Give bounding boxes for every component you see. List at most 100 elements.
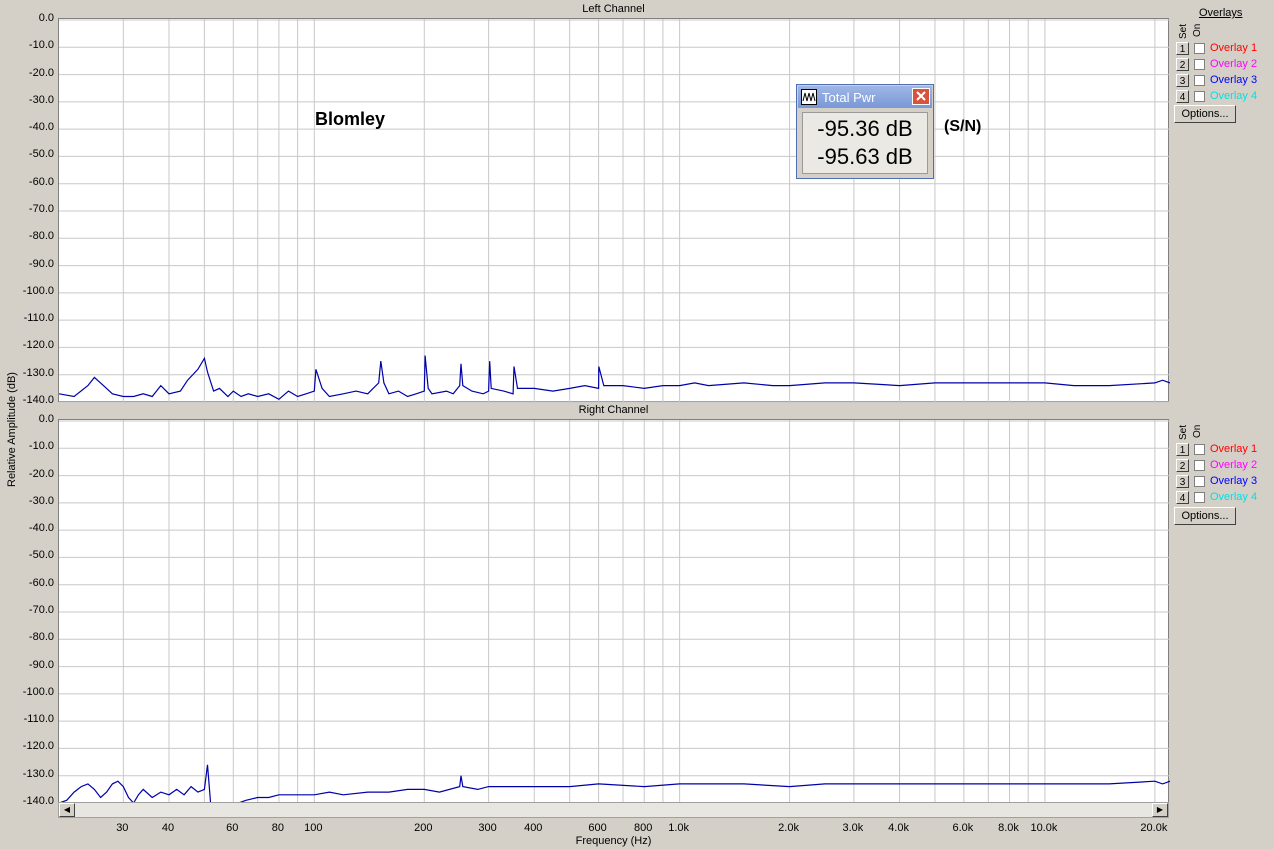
y-tick-label: -70.0 <box>28 203 54 215</box>
overlay-set-button-1[interactable]: 1 <box>1176 42 1189 55</box>
spectrum-line <box>59 355 1170 401</box>
y-tick-label: -120.0 <box>22 339 54 352</box>
x-tick-label: 600 <box>588 822 607 834</box>
y-tick-label: -110.0 <box>23 312 54 325</box>
y-tick-label: -10.0 <box>28 39 54 52</box>
total-pwr-titlebar[interactable]: Total Pwr <box>798 86 932 108</box>
overlay-label-1: Overlay 1 <box>1210 42 1258 54</box>
overlay-set-button-4[interactable]: 4 <box>1176 491 1189 504</box>
overlay-set-button-3[interactable]: 3 <box>1176 74 1189 87</box>
close-icon <box>916 91 926 101</box>
overlay-checkbox-1[interactable] <box>1194 444 1205 455</box>
overlay-checkbox-4[interactable] <box>1194 91 1205 102</box>
total-pwr-title: Total Pwr <box>822 90 876 105</box>
y-tick-label: -110.0 <box>23 713 54 726</box>
overlay-checkbox-2[interactable] <box>1194 59 1205 70</box>
overlay-label-3: Overlay 3 <box>1210 74 1258 86</box>
overlay-checkbox-3[interactable] <box>1194 75 1205 86</box>
y-tick-label: -70.0 <box>28 604 54 616</box>
y-tick-label: -50.0 <box>28 549 54 562</box>
overlay-set-button-2[interactable]: 2 <box>1176 459 1189 472</box>
y-tick-label: -80.0 <box>28 230 54 243</box>
y-tick-label: -100.0 <box>22 685 54 698</box>
overlay-label-4: Overlay 4 <box>1210 491 1258 503</box>
x-tick-label: 4.0k <box>888 822 909 834</box>
y-tick-label: -120.0 <box>22 740 54 753</box>
arrow-right-icon: ▶ <box>1156 805 1164 814</box>
x-tick-label: 300 <box>478 822 497 834</box>
horizontal-scrollbar[interactable]: ◀ ▶ <box>58 802 1169 818</box>
x-tick-label: 10.0k <box>1030 822 1058 834</box>
y-tick-label: -90.0 <box>28 257 54 270</box>
total-pwr-window[interactable]: Total Pwr -95.36 dB -95.63 dB <box>796 84 934 179</box>
sn-annotation: (S/N) <box>944 118 982 135</box>
total-pwr-value-left: -95.36 dB <box>817 116 913 141</box>
overlay-checkbox-4[interactable] <box>1194 492 1205 503</box>
waveform-icon <box>801 89 817 105</box>
y-tick-label: -140.0 <box>22 795 54 807</box>
x-tick-label: 8.0k <box>998 822 1019 834</box>
set-column-label: Set <box>1178 424 1189 440</box>
close-button[interactable] <box>912 88 930 105</box>
overlay-checkbox-3[interactable] <box>1194 476 1205 487</box>
y-tick-label: -20.0 <box>28 66 54 79</box>
y-tick-label: -60.0 <box>28 576 54 589</box>
overlay-label-1: Overlay 1 <box>1210 443 1258 455</box>
spectrum-line <box>59 764 1170 804</box>
y-tick-label: -130.0 <box>22 767 54 780</box>
y-tick-label: 0.0 <box>38 12 54 24</box>
overlay-label-2: Overlay 2 <box>1210 459 1258 471</box>
right-channel-chart <box>59 420 1170 804</box>
x-axis-label: Frequency (Hz) <box>575 835 652 847</box>
x-tick-label: 40 <box>161 822 175 834</box>
x-tick-label: 100 <box>304 822 323 834</box>
on-column-label: On <box>1192 23 1203 37</box>
x-tick-label: 80 <box>271 822 285 834</box>
y-axis-label: Relative Amplitude (dB) <box>6 372 18 487</box>
on-column-label: On <box>1192 424 1203 438</box>
options-button[interactable]: Options... <box>1174 105 1236 123</box>
overlays-header[interactable]: Overlays <box>1199 7 1242 19</box>
y-tick-label: -90.0 <box>28 658 54 671</box>
y-tick-label: -30.0 <box>28 93 54 106</box>
total-pwr-value-right: -95.63 dB <box>817 144 913 169</box>
y-tick-label: -50.0 <box>28 148 54 161</box>
x-tick-label: 60 <box>226 822 239 834</box>
overlay-set-button-3[interactable]: 3 <box>1176 475 1189 488</box>
right-channel-plot <box>58 419 1170 804</box>
y-tick-label: -60.0 <box>28 175 54 188</box>
options-button[interactable]: Options... <box>1174 507 1236 525</box>
x-tick-label: 2.0k <box>778 822 799 834</box>
scroll-left-button[interactable]: ◀ <box>59 803 75 817</box>
y-tick-label: -100.0 <box>22 284 54 297</box>
x-tick-label: 6.0k <box>952 822 974 834</box>
right-channel-title: Right Channel <box>578 404 649 416</box>
overlay-checkbox-2[interactable] <box>1194 460 1205 471</box>
overlay-set-button-2[interactable]: 2 <box>1176 58 1189 71</box>
left-channel-title: Left Channel <box>582 3 645 15</box>
x-tick-label: 30 <box>116 822 129 834</box>
left-channel-chart <box>59 19 1170 403</box>
x-tick-label: 1.0k <box>668 822 690 834</box>
set-column-label: Set <box>1178 23 1189 39</box>
overlay-set-button-4[interactable]: 4 <box>1176 90 1189 103</box>
x-tick-label: 3.0k <box>842 822 864 834</box>
arrow-left-icon: ◀ <box>63 805 71 814</box>
y-tick-label: -30.0 <box>28 494 54 507</box>
x-tick-label: 200 <box>414 822 433 834</box>
y-tick-label: -40.0 <box>28 522 54 535</box>
y-tick-label: -80.0 <box>28 631 54 644</box>
overlay-checkbox-1[interactable] <box>1194 43 1205 54</box>
overlay-set-button-1[interactable]: 1 <box>1176 443 1189 456</box>
x-tick-label: 800 <box>634 822 653 834</box>
plot-annotation-label: Blomley <box>315 109 386 129</box>
x-tick-label: 20.0k <box>1140 822 1168 834</box>
total-pwr-readout: -95.36 dB -95.63 dB <box>802 112 928 174</box>
overlay-label-3: Overlay 3 <box>1210 475 1258 487</box>
x-tick-label: 400 <box>524 822 543 834</box>
overlay-label-4: Overlay 4 <box>1210 90 1258 102</box>
y-tick-label: -40.0 <box>28 121 54 134</box>
overlay-label-2: Overlay 2 <box>1210 58 1258 70</box>
scroll-right-button[interactable]: ▶ <box>1152 803 1168 817</box>
left-channel-plot <box>58 18 1170 403</box>
